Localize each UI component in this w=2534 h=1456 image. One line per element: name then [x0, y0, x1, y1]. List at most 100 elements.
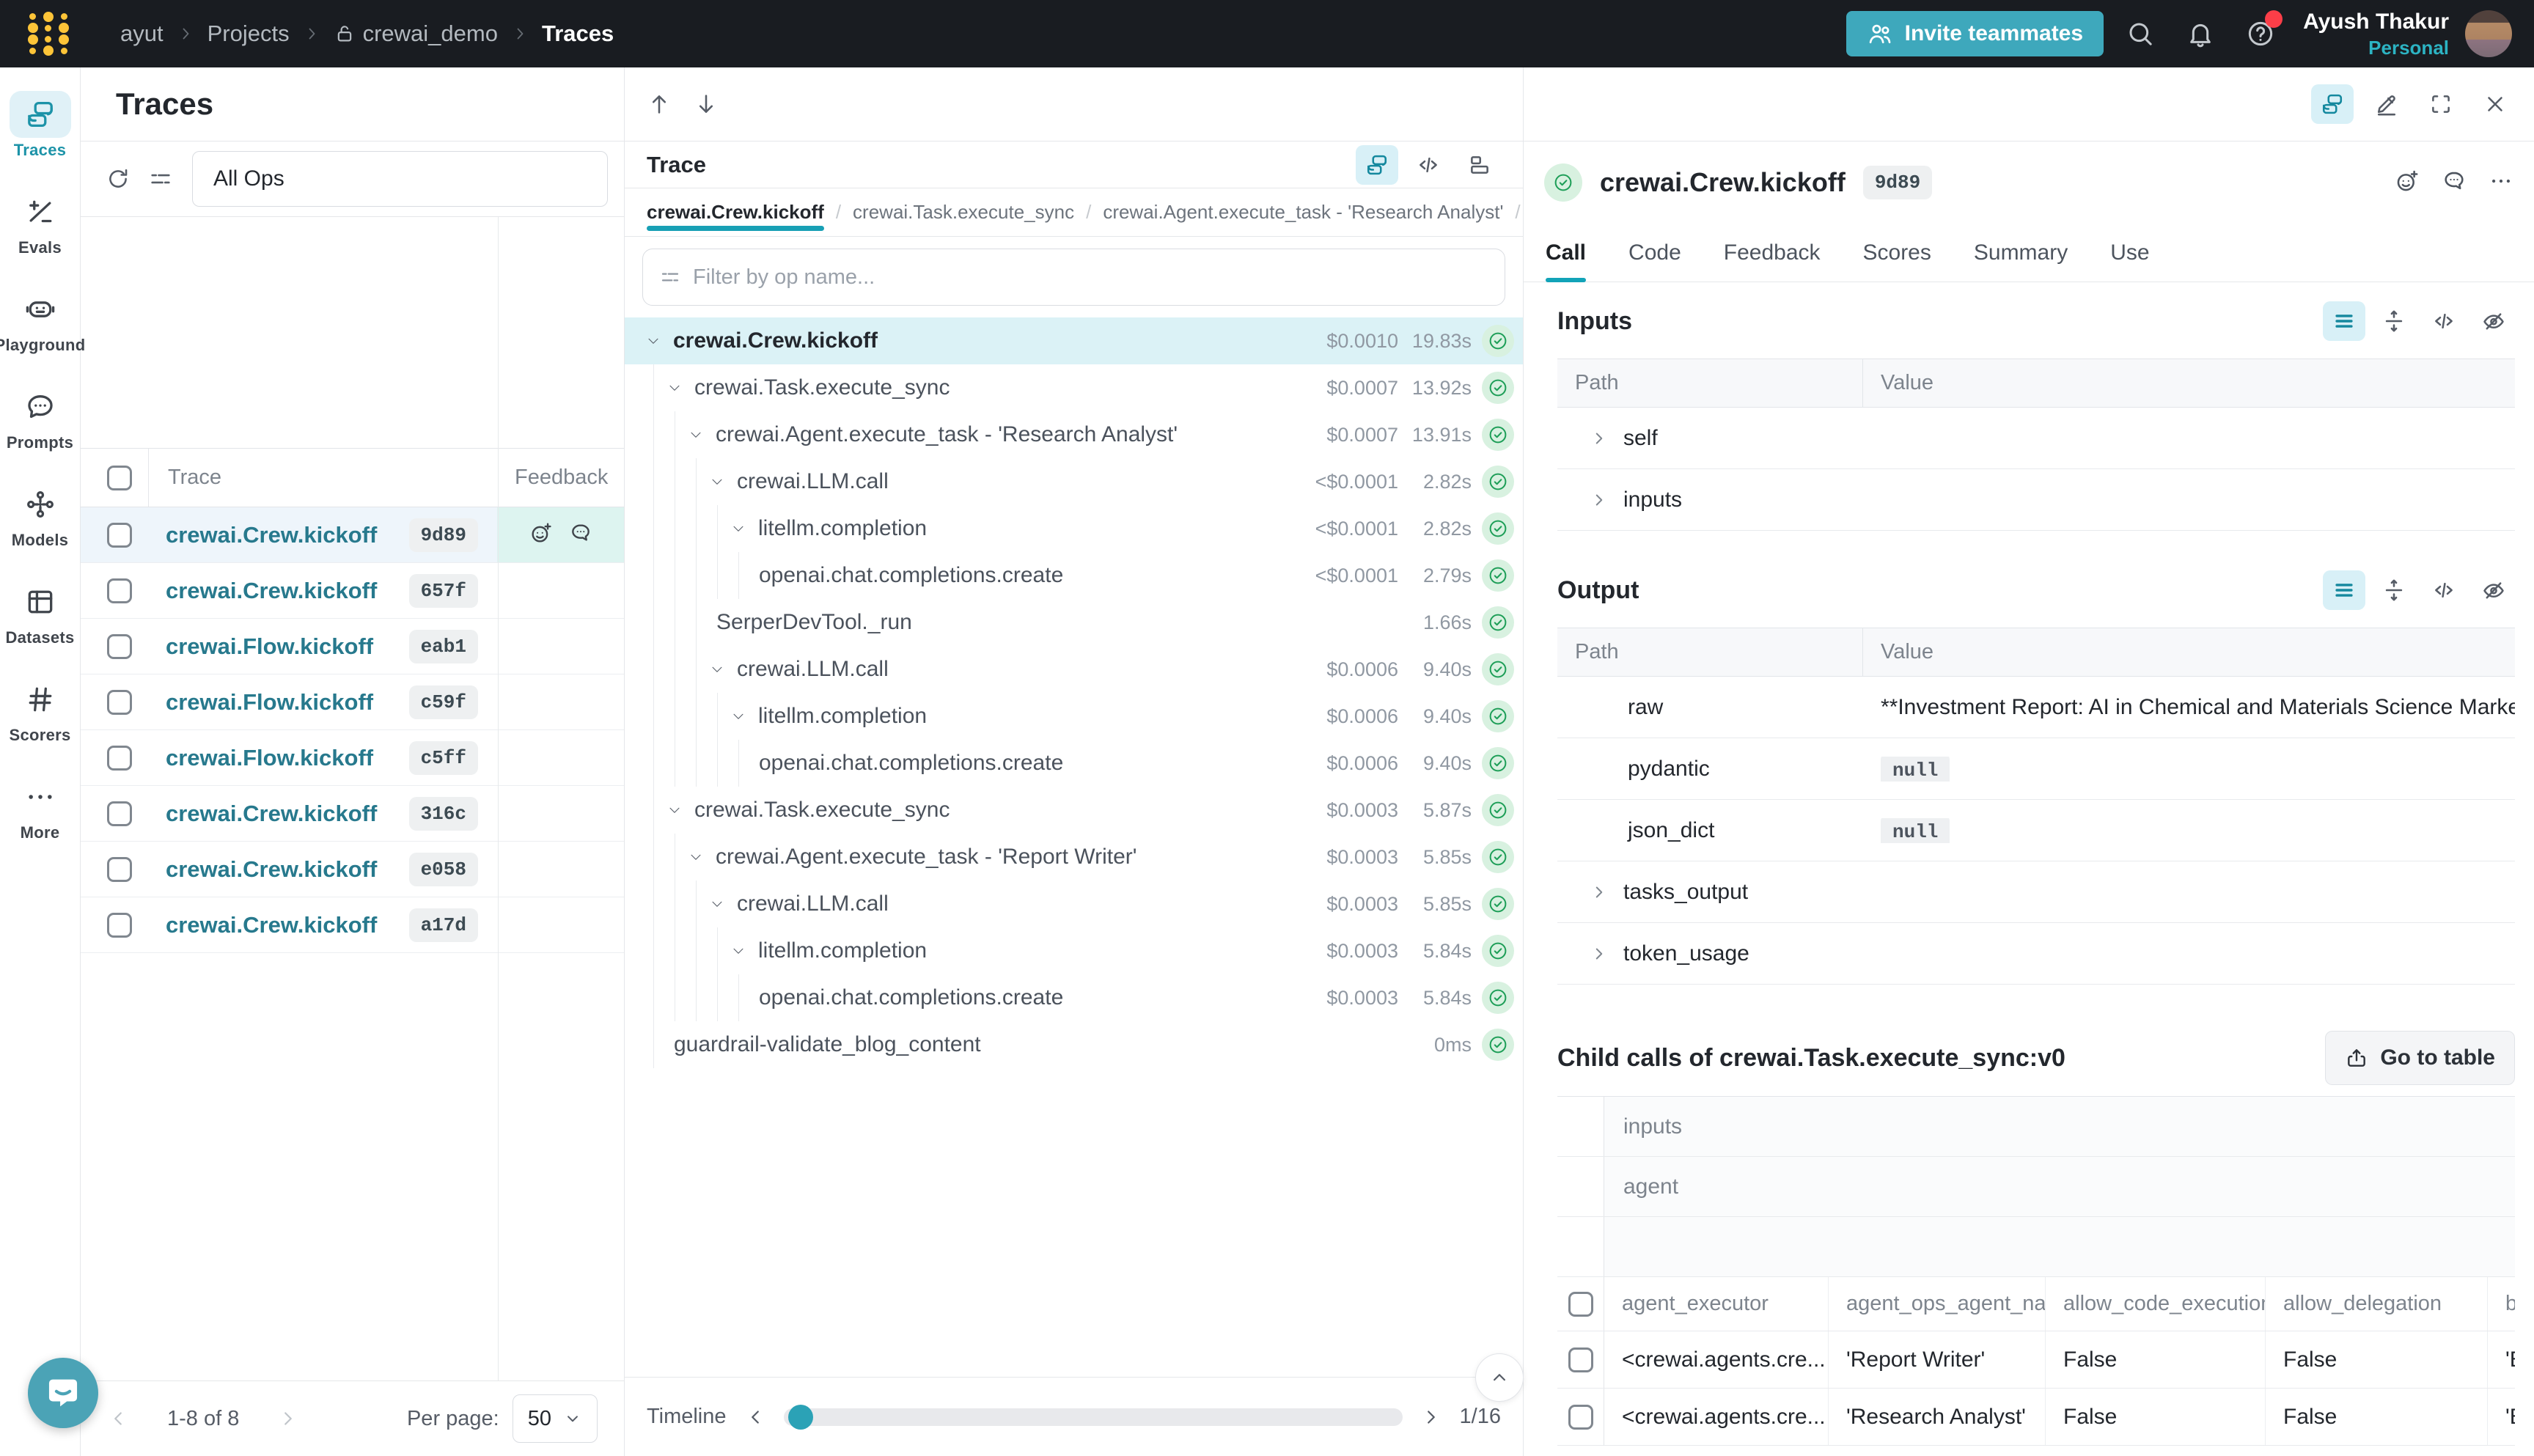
call-tree-node[interactable]: crewai.Task.execute_sync$0.00035.87s — [625, 787, 1523, 834]
row-checkbox[interactable] — [107, 578, 132, 603]
sidebar-item-datasets[interactable]: Datasets — [0, 578, 81, 676]
trace-row[interactable]: crewai.Flow.kickoff c59f — [81, 674, 624, 730]
trace-id-badge[interactable]: 9d89 — [409, 518, 478, 552]
inputs-code-button[interactable] — [2423, 301, 2465, 341]
call-tree-node[interactable]: crewai.LLM.call$0.00035.85s — [625, 880, 1523, 927]
call-tree-node[interactable]: crewai.Agent.execute_task - 'Report Writ… — [625, 834, 1523, 880]
sidebar-item-more[interactable]: More — [0, 773, 81, 871]
tree-chevron-down-icon[interactable] — [644, 331, 663, 350]
tab-feedback[interactable]: Feedback — [1724, 224, 1821, 282]
row-checkbox[interactable] — [107, 857, 132, 882]
notifications-button[interactable] — [2177, 10, 2224, 57]
call-dots3-button[interactable] — [2489, 169, 2513, 197]
breadcrumb-item-Projects[interactable]: Projects — [208, 21, 290, 47]
column-header-b[interactable]: b — [2488, 1277, 2515, 1331]
call-tree-node[interactable]: guardrail-validate_blog_content0ms — [625, 1021, 1523, 1068]
call-tree-node[interactable]: crewai.Task.execute_sync$0.000713.92s — [625, 364, 1523, 411]
tab-summary[interactable]: Summary — [1974, 224, 2068, 282]
sidebar-item-evals[interactable]: Evals — [0, 188, 81, 286]
timeline-prev-button[interactable] — [744, 1406, 766, 1428]
breadcrumb-item-Traces[interactable]: Traces — [542, 21, 614, 47]
tree-chevron-down-icon[interactable] — [729, 941, 748, 960]
prev-page-button[interactable] — [107, 1408, 129, 1430]
collapse-timeline-button[interactable] — [1475, 1353, 1524, 1402]
trace-crumb[interactable]: crewai.Agent.execute_task - 'Research An… — [1103, 188, 1503, 236]
prev-call-button[interactable] — [638, 83, 680, 125]
trace-name[interactable]: crewai.Flow.kickoff — [166, 689, 373, 716]
timeline-slider[interactable] — [784, 1408, 1403, 1426]
sidebar-item-traces[interactable]: Traces — [0, 91, 81, 188]
column-header-allow_code_execution[interactable]: allow_code_execution — [2046, 1277, 2266, 1331]
trace-id-badge[interactable]: c59f — [409, 685, 478, 719]
call-tree-node[interactable]: SerperDevTool._run1.66s — [625, 599, 1523, 646]
inputs-expand-vertical-button[interactable] — [2373, 301, 2415, 341]
call-tree-node[interactable]: crewai.Agent.execute_task - 'Research An… — [625, 411, 1523, 458]
child-row-checkbox[interactable] — [1568, 1347, 1593, 1372]
call-add-reaction-button[interactable] — [2395, 169, 2420, 197]
kv-path[interactable]: self — [1557, 426, 1863, 451]
next-page-button[interactable] — [277, 1408, 299, 1430]
tree-chevron-down-icon[interactable] — [665, 801, 684, 820]
sidebar-item-playground[interactable]: Playground — [0, 286, 81, 383]
call-tree-node[interactable]: crewai.LLM.call$0.00069.40s — [625, 646, 1523, 693]
call-tree-node[interactable]: openai.chat.completions.create$0.00035.8… — [625, 974, 1523, 1021]
call-tree-node[interactable]: openai.chat.completions.create$0.00069.4… — [625, 740, 1523, 787]
trace-row[interactable]: crewai.Crew.kickoffa17d — [81, 897, 624, 953]
call-id-badge[interactable]: 9d89 — [1863, 166, 1932, 199]
call-comment-button[interactable] — [2442, 169, 2467, 197]
details-close-button[interactable] — [2474, 84, 2516, 124]
output-code-button[interactable] — [2423, 570, 2465, 610]
invite-teammates-button[interactable]: Invite teammates — [1846, 11, 2104, 56]
child-row-checkbox[interactable] — [1568, 1405, 1593, 1430]
kv-path[interactable]: token_usage — [1557, 941, 1863, 966]
tree-chevron-down-icon[interactable] — [686, 848, 705, 867]
tree-chevron-down-icon[interactable] — [708, 472, 727, 491]
trace-id-badge[interactable]: eab1 — [409, 630, 478, 663]
breadcrumb-item-ayut[interactable]: ayut — [120, 21, 164, 47]
call-tree-node[interactable]: litellm.completion$0.00035.84s — [625, 927, 1523, 974]
trace-crumb[interactable]: crewai.Task.execute_sync — [853, 188, 1074, 236]
column-header-feedback[interactable]: Feedback — [497, 466, 624, 490]
kv-path[interactable]: inputs — [1557, 488, 1863, 512]
trace-id-badge[interactable]: 657f — [409, 574, 478, 608]
feedback-comment-button[interactable] — [569, 521, 592, 548]
tree-chevron-down-icon[interactable] — [686, 425, 705, 444]
tree-chevron-down-icon[interactable] — [708, 894, 727, 913]
tree-chevron-down-icon[interactable] — [665, 378, 684, 397]
details-fullscreen-button[interactable] — [2420, 84, 2462, 124]
trace-id-badge[interactable]: c5ff — [409, 741, 478, 775]
output-expand-vertical-button[interactable] — [2373, 570, 2415, 610]
sidebar-item-prompts[interactable]: Prompts — [0, 383, 81, 481]
search-button[interactable] — [2117, 10, 2164, 57]
tab-code[interactable]: Code — [1628, 224, 1681, 282]
row-checkbox[interactable] — [107, 801, 132, 826]
trace-row[interactable]: crewai.Crew.kickoff657f — [81, 563, 624, 619]
details-trace-tree-button[interactable] — [2311, 84, 2354, 124]
trace-id-badge[interactable]: 316c — [409, 797, 478, 831]
inputs-hide-button[interactable] — [2472, 301, 2515, 341]
filter-button[interactable] — [139, 158, 182, 200]
trace-crumb[interactable]: crewai.Crew.kickoff — [647, 188, 824, 236]
row-checkbox[interactable] — [107, 523, 132, 548]
ops-filter-select[interactable]: All Ops — [192, 151, 608, 207]
row-checkbox[interactable] — [107, 634, 132, 659]
timeline-next-button[interactable] — [1420, 1406, 1442, 1428]
trace-row[interactable]: crewai.Flow.kickoff c5ff — [81, 730, 624, 786]
child-select-all-checkbox[interactable] — [1568, 1292, 1593, 1317]
sidebar-item-scorers[interactable]: Scorers — [0, 676, 81, 773]
feedback-add-reaction-button[interactable] — [529, 521, 553, 548]
help-button[interactable] — [2237, 10, 2284, 57]
column-header-agent_executor[interactable]: agent_executor — [1604, 1277, 1829, 1331]
trace-name[interactable]: crewai.Flow.kickoff — [166, 745, 373, 771]
tab-use[interactable]: Use — [2110, 224, 2149, 282]
call-tree-node[interactable]: openai.chat.completions.create<$0.00012.… — [625, 552, 1523, 599]
row-checkbox[interactable] — [107, 690, 132, 715]
trace-name[interactable]: crewai.Crew.kickoff — [166, 856, 377, 883]
kv-path[interactable]: tasks_output — [1557, 880, 1863, 905]
output-list-button[interactable] — [2323, 570, 2365, 610]
trace-id-badge[interactable]: a17d — [409, 908, 478, 942]
select-all-checkbox[interactable] — [107, 466, 132, 490]
tree-chevron-down-icon[interactable] — [729, 707, 748, 726]
trace-row[interactable]: crewai.Flow.kickoffeab1 — [81, 619, 624, 674]
inputs-list-button[interactable] — [2323, 301, 2365, 341]
